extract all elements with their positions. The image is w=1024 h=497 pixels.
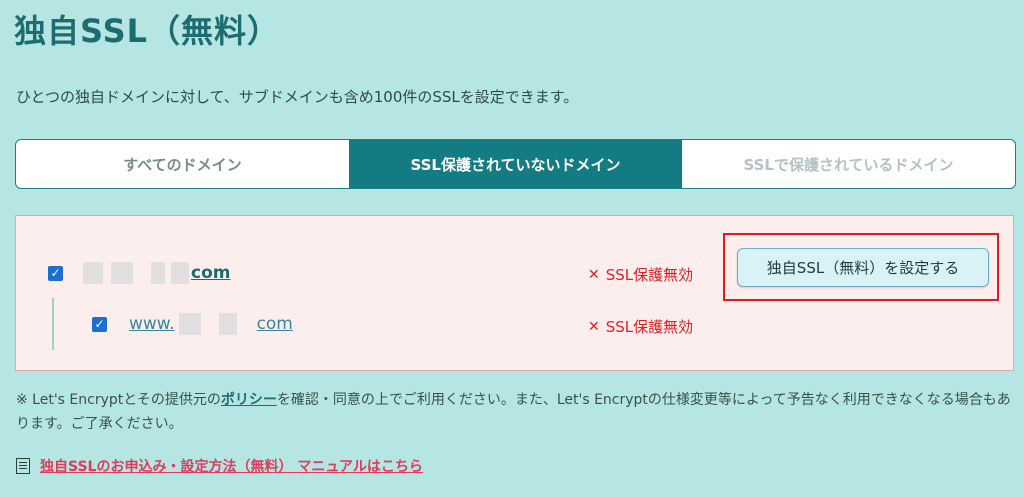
redacted-domain-part [171, 262, 189, 284]
redacted-domain-part [111, 262, 133, 284]
status-sub: ✕ SSL保護無効 [588, 316, 693, 337]
domain-row-sub: ✓ www. com [92, 313, 293, 335]
domain-row-main: ✓ com [48, 262, 230, 284]
subdomain-suffix[interactable]: com [257, 314, 293, 334]
policy-note: ※ Let's Encryptとその提供元のポリシーを確認・同意の上でご利用くだ… [16, 388, 1014, 436]
redacted-domain-part [151, 262, 165, 284]
redacted-domain-part [83, 262, 103, 284]
domain-checkbox-main[interactable]: ✓ [48, 265, 63, 281]
status-text-main: SSL保護無効 [605, 266, 694, 284]
set-ssl-button[interactable]: 独自SSL（無料）を設定する [737, 248, 989, 287]
redacted-domain-part [218, 313, 237, 335]
policy-link[interactable]: ポリシー [221, 392, 277, 408]
document-icon [16, 458, 30, 474]
status-main: ✕ SSL保護無効 [588, 264, 693, 285]
page-title: 独自SSL（無料） [14, 12, 281, 50]
manual-link-row: 独自SSLのお申込み・設定方法（無料） マニュアルはこちら [16, 456, 423, 476]
redacted-domain-part [178, 313, 201, 335]
tab-protected-domains[interactable]: SSLで保護されているドメイン [682, 140, 1015, 188]
page-description: ひとつの独自ドメインに対して、サブドメインも含め100件のSSLを設定できます。 [16, 88, 579, 106]
subdomain-prefix[interactable]: www. [129, 314, 175, 334]
tab-unprotected-domains[interactable]: SSL保護されていないドメイン [349, 140, 682, 188]
tab-all-domains[interactable]: すべてのドメイン [16, 140, 349, 188]
tree-connector [52, 298, 54, 350]
status-text-sub: SSL保護無効 [605, 318, 694, 336]
error-x-icon: ✕ [588, 266, 600, 283]
error-x-icon: ✕ [588, 318, 600, 335]
note-text-before: ※ Let's Encryptとその提供元の [16, 392, 221, 408]
domain-checkbox-sub[interactable]: ✓ [92, 316, 107, 332]
domain-filter-tabs: すべてのドメイン SSL保護されていないドメイン SSLで保護されているドメイン [15, 139, 1016, 189]
domain-link-main[interactable]: com [191, 263, 230, 283]
manual-link[interactable]: 独自SSLのお申込み・設定方法（無料） マニュアルはこちら [40, 456, 423, 476]
